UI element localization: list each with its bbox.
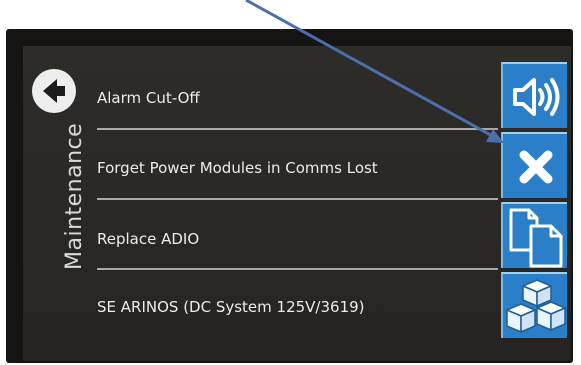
annotation-arrow	[245, 0, 504, 143]
photo-stage: Maintenance Alarm Cut-Off Forget Power M…	[0, 0, 581, 365]
